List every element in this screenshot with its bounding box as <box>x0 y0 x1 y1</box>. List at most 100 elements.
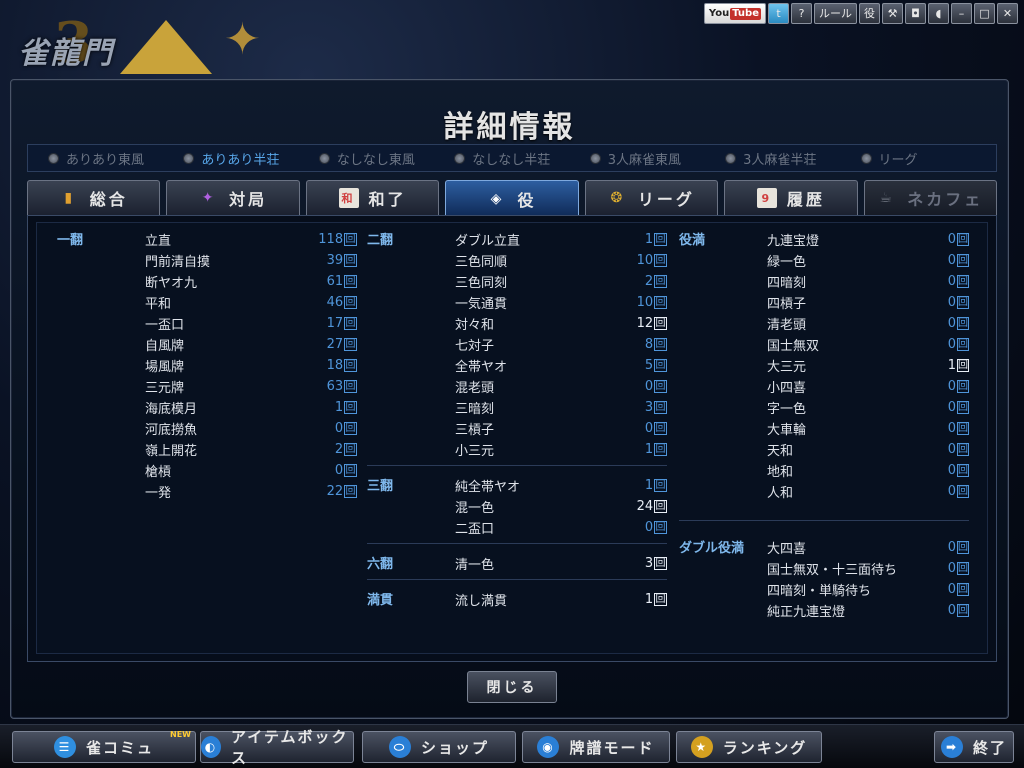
minimize-button[interactable]: – <box>951 3 972 24</box>
yaku-row: 三槓子 0 回 <box>455 418 667 439</box>
tab-4[interactable]: ❂ リーグ <box>584 180 719 215</box>
close-button[interactable]: 閉じる <box>467 671 557 703</box>
yaku-count: 8 <box>644 337 654 352</box>
count-unit: 回 <box>957 296 969 309</box>
yaku-name: 純正九連宝燈 <box>767 605 846 620</box>
yaku-count: 0 <box>644 421 654 436</box>
tab-label: 総合 <box>89 190 128 209</box>
bottom-button-4[interactable]: ★ ランキング <box>676 731 822 763</box>
bottom-button-label: 雀コミュ <box>85 738 154 757</box>
radio-dot-icon <box>48 152 59 164</box>
shop-icon: ⬭ <box>388 736 411 758</box>
mode-option[interactable]: ありあり半荘 <box>183 149 318 168</box>
yaku-count: 61 <box>326 274 344 289</box>
yaku-name: 人和 <box>767 486 794 501</box>
count-unit: 回 <box>344 422 357 435</box>
yaku-name: 海底模月 <box>145 402 198 417</box>
yaku-count: 0 <box>947 316 956 331</box>
count-unit: 回 <box>654 500 667 513</box>
yaku-count: 2 <box>644 274 654 289</box>
yaku-row: 場風牌 18 回 <box>145 355 357 376</box>
shuriken-icon: ✦ <box>224 14 261 65</box>
count-unit: 回 <box>957 562 969 575</box>
yaku-name: 三色同順 <box>455 255 508 270</box>
count-unit: 回 <box>957 604 969 617</box>
yaku-name: 大四喜 <box>767 542 807 557</box>
bottom-button-3[interactable]: ◉ 牌譜モード <box>522 731 670 763</box>
yaku-row: 三色同刻 2 回 <box>455 271 667 292</box>
bottom-button-0[interactable]: ☰ 雀コミュ NEW <box>12 730 196 763</box>
replay-icon: ◉ <box>537 736 560 758</box>
yaku-row: 清老頭 0 回 <box>767 313 969 334</box>
mode-option[interactable]: なしなし東風 <box>318 149 454 168</box>
bottom-button-5[interactable]: ➡ 終了 <box>934 731 1014 763</box>
mode-label: 3人麻雀半荘 <box>743 152 817 168</box>
mode-option[interactable]: 3人麻雀東風 <box>589 149 725 168</box>
yaku-name: 地和 <box>767 465 794 480</box>
yaku-row: 河底撈魚 0 回 <box>145 418 357 439</box>
laurel-icon: ❂ <box>610 190 626 206</box>
hammer-button[interactable]: ⚒ <box>882 3 903 24</box>
yaku-row: 純正九連宝燈 0 回 <box>767 600 969 621</box>
yaku-row: 一発 22 回 <box>145 481 357 502</box>
new-badge: NEW <box>170 730 191 739</box>
close-window-button[interactable]: ✕ <box>997 3 1018 24</box>
yaku-count: 0 <box>947 295 956 310</box>
camera-button[interactable]: ◘ <box>905 3 926 24</box>
yaku-count: 0 <box>947 337 956 352</box>
yaku-row: 三色同順 10 回 <box>455 250 667 271</box>
count-unit: 回 <box>344 233 357 246</box>
mode-option[interactable]: 3人麻雀半荘 <box>725 149 860 168</box>
count-unit: 回 <box>344 359 357 372</box>
yaku-name: 七対子 <box>455 339 495 354</box>
radio-dot-icon <box>318 152 330 164</box>
yaku-name: 清一色 <box>455 558 495 573</box>
yaku-name: 大車輪 <box>767 423 807 438</box>
bottom-menu-bar: ☰ 雀コミュ NEW ◐ アイテムボックス ⬭ ショップ ◉ 牌譜モード ★ ランキング ➡ 終了 <box>0 724 1024 768</box>
yaku-count: 0 <box>947 484 956 499</box>
tab-5[interactable]: 9 履歴 <box>724 180 858 215</box>
count-unit: 回 <box>957 359 969 372</box>
mode-option[interactable]: リーグ <box>860 149 996 168</box>
yaku-count: 0 <box>947 463 956 478</box>
yaku-count: 0 <box>947 421 956 436</box>
yaku-count: 10 <box>636 295 654 310</box>
maximize-button[interactable]: □ <box>974 3 995 24</box>
yaku-group: 三翻 純全帯ヤオ 1 回混一色 24 回二盃口 0 回 <box>367 465 667 538</box>
game-logo: 3 雀龍門 ✦ <box>14 10 274 80</box>
youtube-button[interactable]: You Tube <box>703 3 766 24</box>
count-unit: 回 <box>654 338 667 351</box>
yaku-count: 2 <box>334 442 344 457</box>
tab-2[interactable]: 和和了 <box>305 180 440 215</box>
bottom-button-2[interactable]: ⬭ ショップ <box>362 731 516 763</box>
yaku-name: 混老頭 <box>455 381 495 396</box>
help-button[interactable]: ? <box>791 3 812 24</box>
mode-label: ありあり半荘 <box>201 152 280 168</box>
yaku-count: 0 <box>947 442 956 457</box>
twitter-button[interactable]: t <box>768 3 789 24</box>
tab-1[interactable]: ✦ 対局 <box>166 180 300 215</box>
mode-option[interactable]: ありあり東風 <box>48 149 183 168</box>
count-unit: 回 <box>957 443 969 456</box>
count-unit: 回 <box>654 593 667 606</box>
count-unit: 回 <box>654 296 667 309</box>
yaku-row: 立直 118 回 <box>145 229 357 250</box>
yaku-button[interactable]: 役 <box>859 3 880 24</box>
yaku-name: 三槓子 <box>455 423 495 438</box>
count-unit: 回 <box>344 317 357 330</box>
mode-option[interactable]: なしなし半荘 <box>454 149 589 168</box>
yaku-name: 小四喜 <box>767 381 807 396</box>
rules-button[interactable]: ルール <box>814 3 857 24</box>
count-unit: 回 <box>654 317 667 330</box>
yaku-row: 緑一色 0 回 <box>767 250 969 271</box>
yaku-name: 河底撈魚 <box>145 423 198 438</box>
tab-3[interactable]: ◈ 役 <box>445 180 579 216</box>
bottom-button-1[interactable]: ◐ アイテムボックス <box>200 728 354 767</box>
tab-0[interactable]: ▮ 総合 <box>27 180 161 215</box>
item-box-icon: ◐ <box>201 736 222 758</box>
yaku-row: 一盃口 17 回 <box>145 313 357 334</box>
yaku-count: 1 <box>644 478 654 493</box>
yaku-count: 0 <box>947 400 956 415</box>
sound-button[interactable]: ◖ <box>928 3 949 24</box>
yaku-name: 字一色 <box>767 402 807 417</box>
